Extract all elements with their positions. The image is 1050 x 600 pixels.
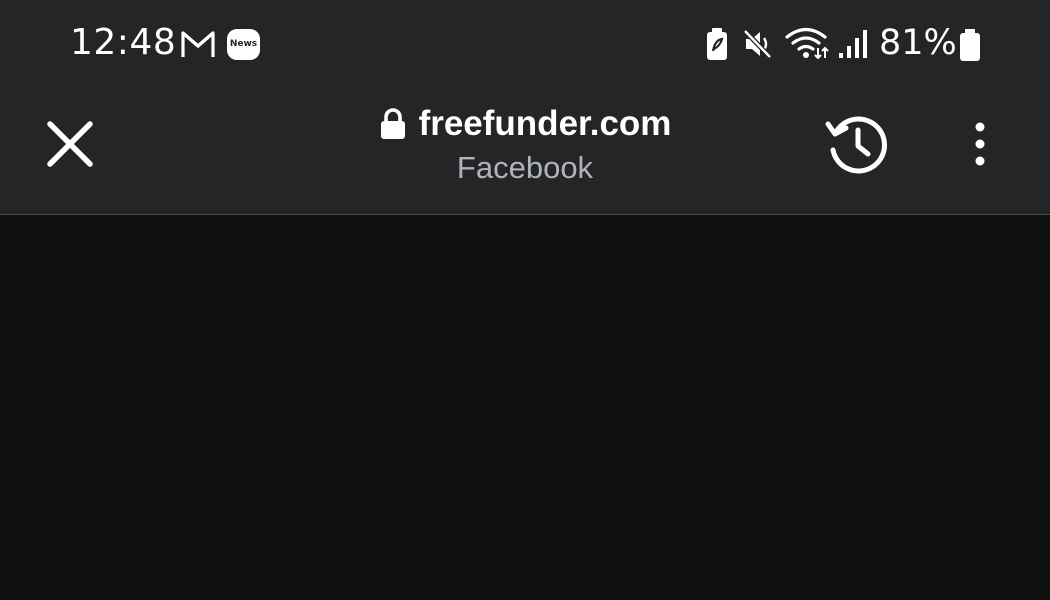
mute-icon [743, 29, 772, 59]
close-button[interactable] [38, 112, 102, 176]
more-menu-button[interactable] [958, 120, 1002, 170]
more-vert-icon [975, 122, 985, 166]
close-icon [47, 121, 93, 167]
gmail-icon [181, 31, 215, 57]
wifi-icon [785, 27, 829, 60]
signal-icon [839, 30, 867, 58]
page-url: freefunder.com [418, 104, 672, 143]
news-badge-label: News [229, 39, 258, 49]
battery-icon [960, 29, 980, 61]
status-time: 12:48 [70, 22, 177, 63]
lock-icon [380, 108, 405, 139]
battery-percent: 81% [879, 23, 957, 63]
custom-tab-toolbar: freefunder.com Facebook [0, 90, 1050, 215]
status-bar: 12:48 News 81% [0, 0, 1050, 90]
history-button[interactable] [820, 110, 896, 180]
url-title-block[interactable]: freefunder.com Facebook [300, 102, 750, 192]
news-icon: News [227, 29, 260, 60]
battery-saver-icon [707, 28, 727, 60]
history-icon [825, 116, 887, 174]
page-title: Facebook [456, 150, 594, 185]
web-content-area[interactable] [0, 215, 1050, 600]
